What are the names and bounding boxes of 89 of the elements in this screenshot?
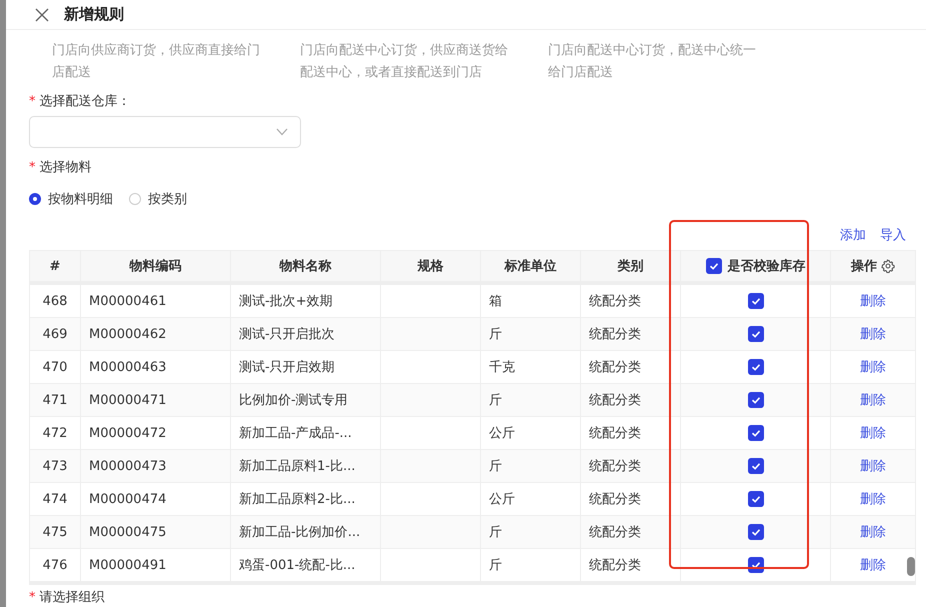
table-cell-text: 千克 [489,359,515,376]
radio-option[interactable]: 按物料明细 [29,190,113,208]
table-cell-text: 统配分类 [589,491,641,508]
row-checkbox[interactable] [748,524,764,540]
column-header: # [50,258,60,274]
row-checkbox[interactable] [748,425,764,441]
table-cell-text: 测试-只开启效期 [239,359,335,376]
table-cell: M00000474 [89,492,166,506]
column-header: 规格 [418,258,444,275]
table-cell-text: 测试-只开启批次 [239,326,335,343]
table-cell: 474 [42,492,68,506]
row-checkbox[interactable] [748,293,764,309]
row-checkbox[interactable] [748,326,764,342]
delete-link[interactable]: 删除 [860,424,886,442]
table-cell: 471 [42,392,68,408]
table-cell: M00000473 [89,458,166,474]
table-cell: 475 [42,524,68,540]
delete-link[interactable]: 删除 [860,325,886,343]
delete-link[interactable]: 删除 [860,556,886,574]
row-checkbox[interactable] [748,458,764,474]
required-mark: * [29,159,36,177]
table-action-link[interactable]: 添加 [840,226,866,244]
delete-link[interactable]: 删除 [860,358,886,376]
scrollbar-thumb[interactable] [907,557,915,576]
table-cell: M00000463 [89,360,166,374]
table-cell-text: 斤 [489,392,502,409]
column-header: 操作 [851,258,877,275]
radio-option[interactable]: 按类别 [129,190,187,208]
mode-description: 门店向配送中心订货，供应商送货给配送中心，或者直接配送到门店 [300,42,509,82]
chevron-down-icon [276,128,288,136]
table-cell-text: 新加工品-产成品-... [239,425,352,442]
table-cell: M00000462 [89,326,166,342]
table-cell: 472 [42,426,68,440]
table-cell-text: 斤 [489,524,502,541]
drawer-title: 新增规则 [64,5,124,24]
table-cell-text: 斤 [489,458,502,475]
table-cell-text: 箱 [489,293,502,310]
delete-link[interactable]: 删除 [860,391,886,409]
table-cell-text: 统配分类 [589,392,641,409]
table-cell-text: 比例加价-测试专用 [239,392,348,409]
field-label: 选择物料 [40,159,92,177]
required-mark: * [29,589,36,607]
table-action-link[interactable]: 导入 [880,226,906,244]
table-cell-text: 公斤 [489,425,515,442]
delete-link[interactable]: 删除 [860,292,886,310]
table-cell: 469 [42,326,68,342]
table-cell-text: 新加工品原料1-比... [239,458,356,475]
table-cell-text: 测试-批次+效期 [239,293,333,310]
table-cell: M00000475 [89,524,166,540]
table-cell-text: 统配分类 [589,293,641,310]
settings-icon[interactable] [881,259,895,273]
table-cell: 468 [42,294,68,308]
close-icon[interactable] [35,8,49,22]
column-header: 物料编码 [130,258,182,275]
mode-description: 门店向配送中心订货，配送中心统一给门店配送 [548,42,757,82]
delete-link[interactable]: 删除 [860,523,886,541]
column-header: 类别 [618,258,644,275]
table-cell-text: 统配分类 [589,557,641,574]
table-cell: 476 [42,558,68,572]
table-cell: M00000472 [89,426,166,440]
column-header: 标准单位 [504,258,556,275]
table-cell-text: 统配分类 [589,359,641,376]
column-header: 物料名称 [280,258,332,275]
select-all-checkbox[interactable] [706,258,722,274]
table-cell: M00000471 [89,392,166,408]
table-cell-text: 统配分类 [589,524,641,541]
row-checkbox[interactable] [748,359,764,375]
column-header: 是否校验库存 [728,258,806,275]
row-checkbox[interactable] [748,392,764,408]
table-cell-text: 斤 [489,557,502,574]
table-cell: 470 [42,360,68,374]
table-cell-text: 公斤 [489,491,515,508]
table-cell-text: 鸡蛋-001-统配-比... [239,557,356,574]
table-cell: M00000491 [89,558,166,572]
table-cell-text: 新加工品-比例加价... [239,524,360,541]
mode-description: 门店向供应商订货，供应商直接给门店配送 [52,42,261,82]
table-cell: 473 [42,458,68,474]
table-cell-text: 斤 [489,326,502,343]
table-cell-text: 统配分类 [589,425,641,442]
table-cell: M00000461 [89,294,166,308]
row-checkbox[interactable] [748,491,764,507]
field-label: 请选择组织 [40,589,104,607]
field-label: 选择配送仓库： [40,93,130,111]
table-cell-text: 统配分类 [589,326,641,343]
delete-link[interactable]: 删除 [860,457,886,475]
delete-link[interactable]: 删除 [860,490,886,508]
required-mark: * [29,93,36,111]
table-cell-text: 统配分类 [589,458,641,475]
table-cell-text: 新加工品原料2-比... [239,491,356,508]
